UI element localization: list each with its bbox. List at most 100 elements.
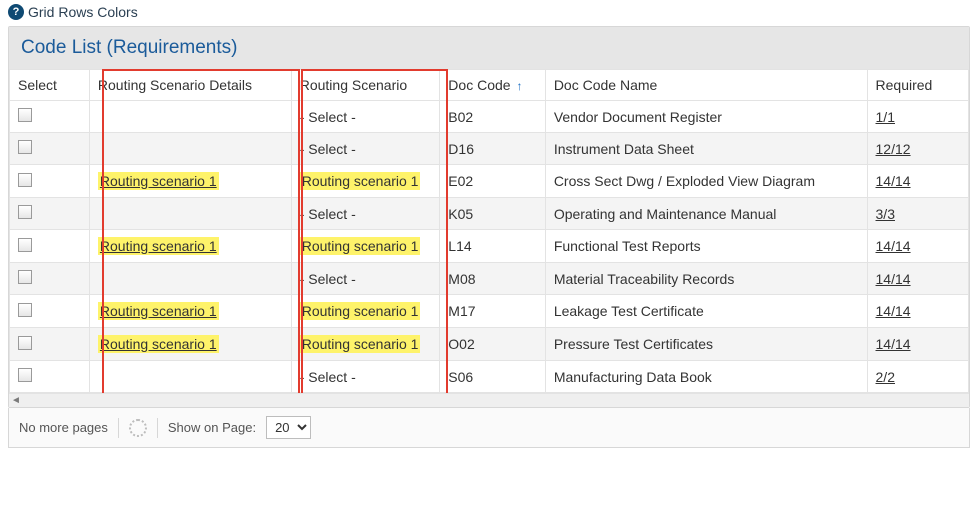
row-checkbox[interactable]	[18, 173, 32, 187]
cell-doc-code: O02	[440, 328, 546, 361]
required-link[interactable]: 2/2	[876, 369, 895, 385]
row-checkbox[interactable]	[18, 140, 32, 154]
table-row: - Select -M08Material Traceability Recor…	[10, 263, 969, 295]
cell-doc-code-name: Cross Sect Dwg / Exploded View Diagram	[545, 165, 867, 198]
routing-scenario-details-link[interactable]: Routing scenario 1	[100, 336, 217, 352]
cell-routing-scenario-details	[89, 361, 291, 393]
routing-scenario-details-link[interactable]: Routing scenario 1	[100, 173, 217, 189]
table-row: - Select -K05Operating and Maintenance M…	[10, 198, 969, 230]
cell-doc-code-name: Vendor Document Register	[545, 101, 867, 133]
cell-doc-code: B02	[440, 101, 546, 133]
row-checkbox[interactable]	[18, 205, 32, 219]
required-link[interactable]: 14/14	[876, 238, 911, 254]
cell-routing-scenario[interactable]: Routing scenario 1	[291, 230, 440, 263]
cell-required: 2/2	[867, 361, 968, 393]
cell-routing-scenario[interactable]: Routing scenario 1	[291, 328, 440, 361]
routing-scenario-select-placeholder: - Select -	[300, 369, 356, 385]
routing-scenario-details-link[interactable]: Routing scenario 1	[100, 303, 217, 319]
table-row: Routing scenario 1Routing scenario 1E02C…	[10, 165, 969, 198]
horizontal-scrollbar[interactable]: ◄	[9, 393, 969, 407]
cell-required: 14/14	[867, 328, 968, 361]
cell-routing-scenario[interactable]: Routing scenario 1	[291, 165, 440, 198]
help-icon[interactable]: ?	[8, 4, 24, 20]
footer-separator	[157, 418, 158, 438]
col-header-required[interactable]: Required	[867, 70, 968, 101]
required-link[interactable]: 14/14	[876, 173, 911, 189]
cell-routing-scenario-details	[89, 101, 291, 133]
cell-routing-scenario-details	[89, 263, 291, 295]
cell-doc-code-name: Leakage Test Certificate	[545, 295, 867, 328]
cell-select	[10, 198, 90, 230]
cell-routing-scenario[interactable]: - Select -	[291, 133, 440, 165]
routing-scenario-value: Routing scenario 1	[300, 335, 421, 353]
cell-select	[10, 101, 90, 133]
row-checkbox[interactable]	[18, 108, 32, 122]
cell-required: 14/14	[867, 230, 968, 263]
required-link[interactable]: 14/14	[876, 303, 911, 319]
cell-required: 14/14	[867, 295, 968, 328]
col-header-doc-code-label: Doc Code	[448, 77, 510, 93]
grid-footer: No more pages Show on Page: 20	[8, 408, 970, 448]
cell-select	[10, 133, 90, 165]
cell-doc-code-name: Instrument Data Sheet	[545, 133, 867, 165]
table-row: - Select - S06Manufacturing Data Book 2/2	[10, 361, 969, 393]
cell-select	[10, 230, 90, 263]
cell-doc-code: S06	[440, 361, 546, 393]
cell-doc-code: E02	[440, 165, 546, 198]
code-list-panel: Code List (Requirements) Select Routing …	[8, 26, 970, 408]
routing-scenario-value: Routing scenario 1	[300, 302, 421, 320]
cell-routing-scenario-details	[89, 198, 291, 230]
col-header-scenario[interactable]: Routing Scenario	[291, 70, 440, 101]
row-checkbox[interactable]	[18, 270, 32, 284]
row-checkbox[interactable]	[18, 303, 32, 317]
col-header-select[interactable]: Select	[10, 70, 90, 101]
cell-select	[10, 361, 90, 393]
panel-title: Code List (Requirements)	[9, 27, 969, 69]
routing-scenario-details-link[interactable]: Routing scenario 1	[100, 238, 217, 254]
required-link[interactable]: 14/14	[876, 336, 911, 352]
table-row: Routing scenario 1 Routing scenario 1 O02P…	[10, 328, 969, 361]
table-row: Routing scenario 1 Routing scenario 1 M17L…	[10, 295, 969, 328]
col-header-doc-code[interactable]: Doc Code ↑	[440, 70, 546, 101]
cell-required: 12/12	[867, 133, 968, 165]
table-row: - Select -D16Instrument Data Sheet12/12	[10, 133, 969, 165]
cell-routing-scenario[interactable]: - Select -	[291, 101, 440, 133]
cell-required: 1/1	[867, 101, 968, 133]
cell-doc-code: M17	[440, 295, 546, 328]
cell-routing-scenario-details: Routing scenario 1	[89, 230, 291, 263]
cell-select	[10, 295, 90, 328]
grid-rows-colors-link[interactable]: ? Grid Rows Colors	[8, 4, 970, 20]
row-checkbox[interactable]	[18, 238, 32, 252]
required-link[interactable]: 14/14	[876, 271, 911, 287]
cell-required: 14/14	[867, 165, 968, 198]
cell-routing-scenario[interactable]: Routing scenario 1	[291, 295, 440, 328]
col-header-doc-name[interactable]: Doc Code Name	[545, 70, 867, 101]
page-size-select[interactable]: 20	[266, 416, 311, 439]
routing-scenario-select-placeholder: - Select -	[300, 141, 356, 157]
cell-select	[10, 328, 90, 361]
row-checkbox[interactable]	[18, 368, 32, 382]
required-link[interactable]: 1/1	[876, 109, 895, 125]
cell-routing-scenario[interactable]: - Select -	[291, 361, 440, 393]
row-checkbox[interactable]	[18, 336, 32, 350]
cell-routing-scenario-details: Routing scenario 1	[89, 295, 291, 328]
cell-required: 3/3	[867, 198, 968, 230]
cell-doc-code-name: Pressure Test Certificates	[545, 328, 867, 361]
col-header-details[interactable]: Routing Scenario Details	[89, 70, 291, 101]
routing-scenario-select-placeholder: - Select -	[300, 109, 356, 125]
cell-routing-scenario-details: Routing scenario 1	[89, 165, 291, 198]
cell-doc-code-name: Manufacturing Data Book	[545, 361, 867, 393]
code-list-table: Select Routing Scenario Details Routing …	[9, 69, 969, 393]
cell-routing-scenario[interactable]: - Select -	[291, 263, 440, 295]
required-link[interactable]: 3/3	[876, 206, 895, 222]
footer-separator	[118, 418, 119, 438]
cell-routing-scenario-details: Routing scenario 1	[89, 328, 291, 361]
scroll-left-icon[interactable]: ◄	[11, 395, 21, 406]
cell-routing-scenario[interactable]: - Select -	[291, 198, 440, 230]
cell-doc-code: K05	[440, 198, 546, 230]
required-link[interactable]: 12/12	[876, 141, 911, 157]
routing-scenario-select-placeholder: - Select -	[300, 206, 356, 222]
routing-scenario-select-placeholder: - Select -	[300, 271, 356, 287]
table-row: Routing scenario 1Routing scenario 1L14F…	[10, 230, 969, 263]
show-on-page-label: Show on Page:	[168, 420, 256, 435]
